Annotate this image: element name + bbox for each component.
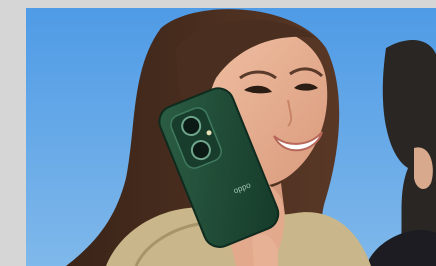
product-photo: oppo [26, 8, 436, 266]
photo-illustration: oppo [26, 8, 436, 266]
page-frame: oppo [0, 0, 436, 266]
